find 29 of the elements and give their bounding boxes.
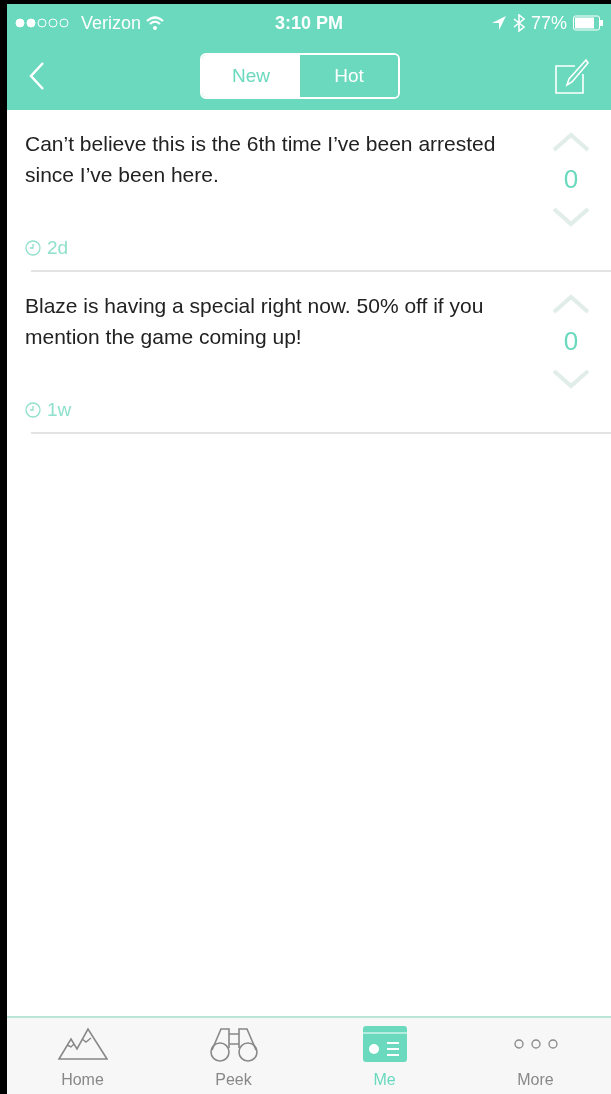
vote-count: 0 bbox=[563, 325, 579, 358]
binoculars-icon bbox=[208, 1026, 259, 1062]
downvote-icon[interactable] bbox=[552, 207, 590, 227]
upvote-icon[interactable] bbox=[552, 132, 590, 152]
battery-icon bbox=[573, 15, 603, 31]
compose-icon[interactable] bbox=[555, 58, 589, 94]
more-icon bbox=[513, 1038, 558, 1050]
post-text: Blaze is having a special right now. 50% off if you mention the game coming up! bbox=[25, 293, 485, 350]
clock-time: 3:10 PM bbox=[274, 11, 344, 35]
segment-tab[interactable]: New bbox=[202, 55, 300, 97]
back-icon[interactable] bbox=[29, 61, 45, 91]
clock-icon bbox=[25, 239, 41, 256]
post-text: Can’t believe this is the 6th time I’ve been arrested since I’ve been here. bbox=[25, 131, 497, 188]
wifi-icon bbox=[145, 15, 166, 31]
post-age: 2d bbox=[47, 235, 69, 260]
tab-bar-item[interactable]: Home bbox=[7, 1018, 158, 1094]
location-arrow-icon bbox=[490, 15, 507, 31]
downvote-icon[interactable] bbox=[552, 369, 590, 389]
profile-card-icon bbox=[362, 1026, 407, 1062]
clock-icon bbox=[25, 401, 41, 418]
battery-percent: 77% bbox=[530, 11, 567, 35]
vote-count: 0 bbox=[563, 163, 579, 196]
tab-bar-item[interactable]: More bbox=[460, 1018, 611, 1094]
mountains-icon bbox=[57, 1027, 108, 1061]
bluetooth-icon bbox=[512, 14, 525, 32]
post-age: 1w bbox=[47, 397, 72, 422]
upvote-icon[interactable] bbox=[552, 294, 590, 314]
tab-bar-item[interactable]: Peek bbox=[158, 1018, 309, 1094]
carrier-name: Verizon bbox=[81, 11, 142, 35]
